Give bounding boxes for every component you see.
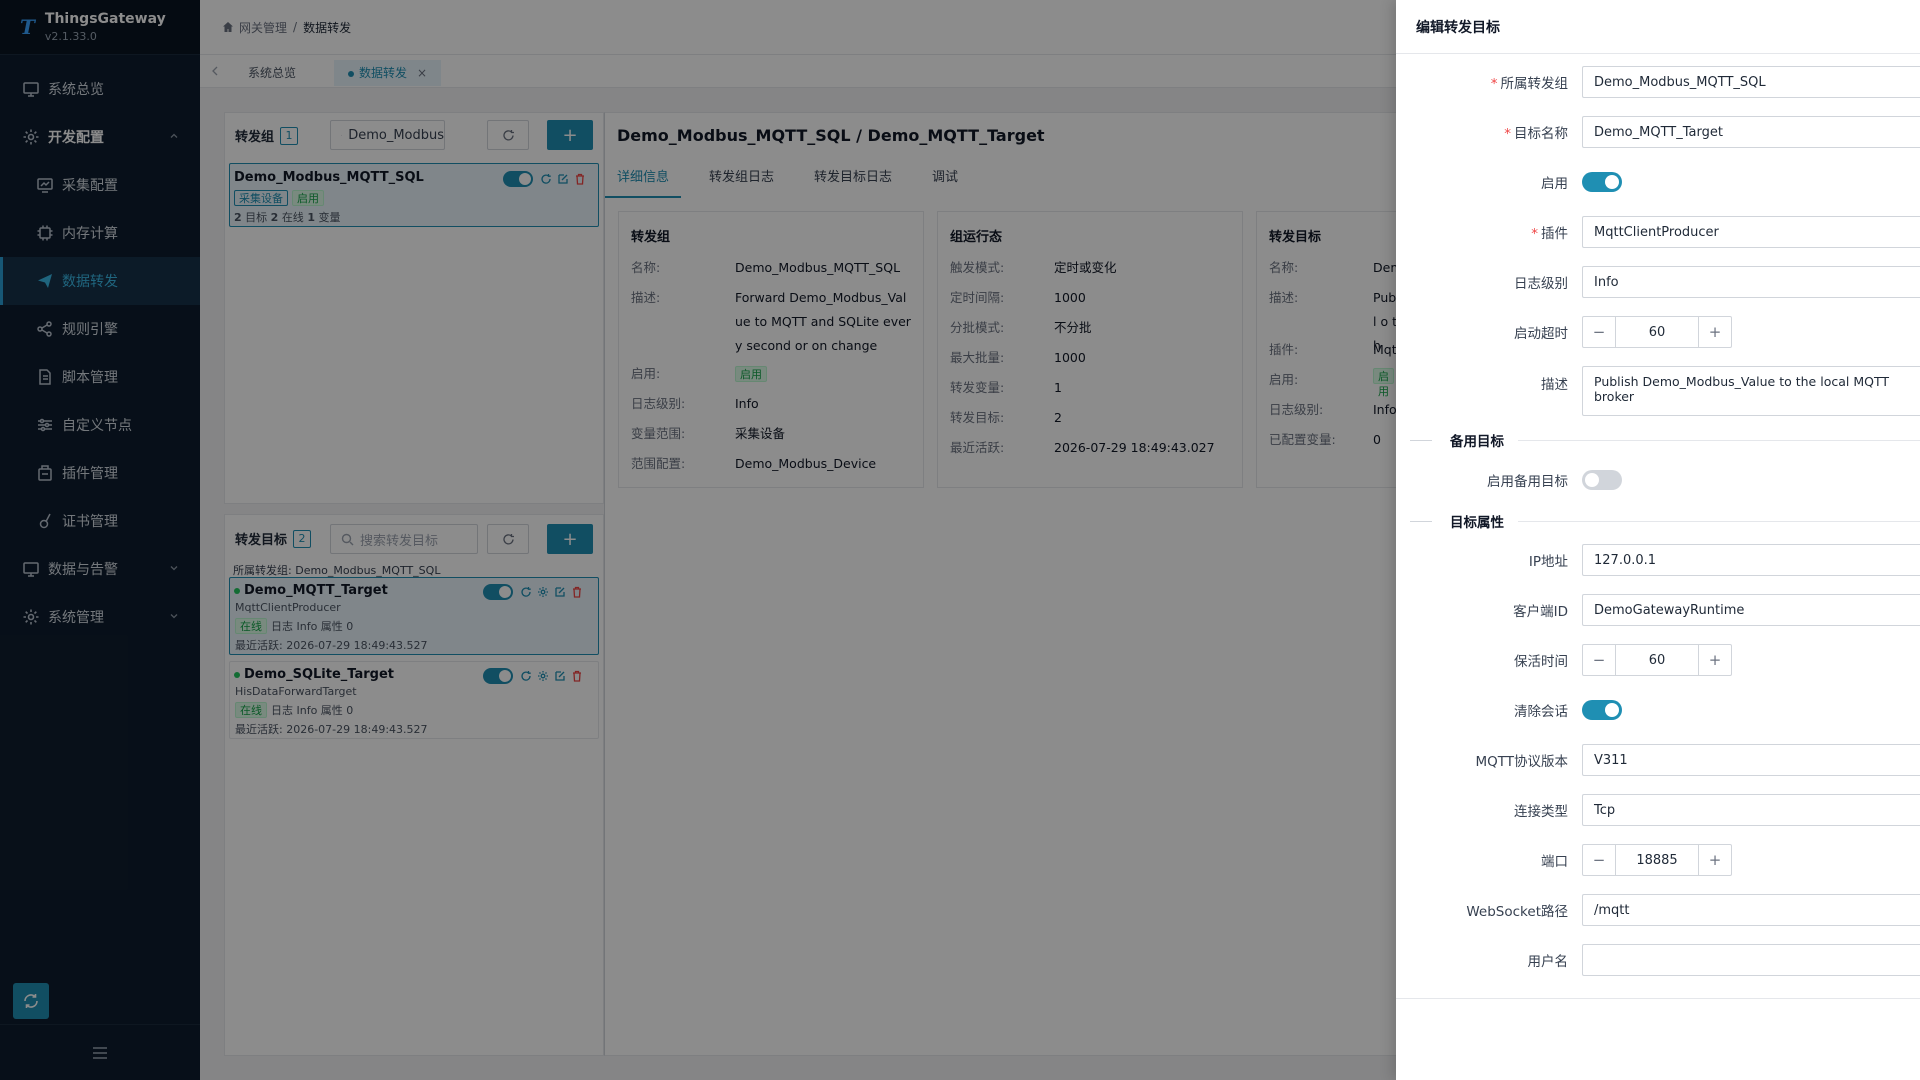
field-label: 保活时间 (1514, 654, 1568, 670)
field-label: 启动超时 (1514, 326, 1568, 342)
field-label: 连接类型 (1514, 804, 1568, 820)
increment-button[interactable]: + (1699, 645, 1731, 675)
username-input[interactable] (1582, 944, 1920, 976)
log-level-select[interactable]: Info (1582, 266, 1920, 298)
field-label: 描述 (1541, 377, 1568, 393)
keepalive-input[interactable]: 60 (1615, 645, 1699, 675)
clean-session-switch[interactable] (1582, 700, 1622, 720)
form-row-desc: 描述 Publish Demo_Modbus_Value to the loca… (1396, 366, 1920, 416)
connection-type-select[interactable]: Tcp (1582, 794, 1920, 826)
increment-button[interactable]: + (1699, 845, 1731, 875)
form-row-keepalive: 保活时间 − 60 + (1396, 644, 1920, 676)
enable-switch[interactable] (1582, 172, 1622, 192)
backup-enable-switch[interactable] (1582, 470, 1622, 490)
start-timeout-stepper: − 60 + (1582, 316, 1732, 348)
section-title: 目标属性 (1450, 515, 1504, 531)
decrement-button[interactable]: − (1583, 845, 1615, 875)
start-timeout-input[interactable]: 60 (1615, 317, 1699, 347)
port-stepper: − 18885 + (1582, 844, 1732, 876)
form-row-name: * 目标名称 Demo_MQTT_Target (1396, 116, 1920, 148)
form-row-mqtt-version: MQTT协议版本 V311 (1396, 744, 1920, 776)
field-label: 启用 (1541, 176, 1568, 192)
edit-target-drawer: 编辑转发目标 * 所属转发组 Demo_Modbus_MQTT_SQL * 目标名称… (1396, 0, 1920, 1080)
section-title: 备用目标 (1450, 434, 1504, 450)
field-label: 端口 (1541, 854, 1568, 870)
websocket-path-input[interactable]: /mqtt (1582, 894, 1920, 926)
form-row-log-level: 日志级别 Info (1396, 266, 1920, 298)
form-row-backup-enable: 启用备用目标 (1396, 464, 1920, 496)
props-section-divider: 目标属性 (1410, 511, 1920, 531)
plugin-select[interactable]: MqttClientProducer (1582, 216, 1920, 248)
decrement-button[interactable]: − (1583, 317, 1615, 347)
field-label: WebSocket路径 (1466, 904, 1568, 920)
drawer-title: 编辑转发目标 (1396, 0, 1920, 54)
port-input[interactable]: 18885 (1615, 845, 1699, 875)
client-id-input[interactable]: DemoGatewayRuntime (1582, 594, 1920, 626)
form-row-ip: IP地址 127.0.0.1 (1396, 544, 1920, 576)
decrement-button[interactable]: − (1583, 645, 1615, 675)
field-label: 启用备用目标 (1487, 474, 1568, 490)
form-row-client-id: 客户端ID DemoGatewayRuntime (1396, 594, 1920, 626)
field-label: 客户端ID (1513, 604, 1568, 620)
field-label: 清除会话 (1514, 704, 1568, 720)
form-row-group: * 所属转发组 Demo_Modbus_MQTT_SQL (1396, 66, 1920, 98)
target-name-input[interactable]: Demo_MQTT_Target (1582, 116, 1920, 148)
field-label: 日志级别 (1514, 276, 1568, 292)
form-row-port: 端口 − 18885 + (1396, 844, 1920, 876)
ip-input[interactable]: 127.0.0.1 (1582, 544, 1920, 576)
increment-button[interactable]: + (1699, 317, 1731, 347)
form-row-start-timeout: 启动超时 − 60 + (1396, 316, 1920, 348)
field-label: 用户名 (1527, 954, 1569, 970)
mqtt-version-select[interactable]: V311 (1582, 744, 1920, 776)
keepalive-stepper: − 60 + (1582, 644, 1732, 676)
field-label: * 目标名称 (1504, 126, 1568, 142)
group-select[interactable]: Demo_Modbus_MQTT_SQL (1582, 66, 1920, 98)
field-label: MQTT协议版本 (1475, 754, 1568, 770)
form-row-clean-session: 清除会话 (1396, 694, 1920, 726)
form-row-enable: 启用 (1396, 166, 1920, 198)
field-label: IP地址 (1528, 554, 1568, 570)
field-label: * 所属转发组 (1490, 76, 1568, 92)
description-textarea[interactable]: Publish Demo_Modbus_Value to the local M… (1582, 366, 1920, 416)
form-row-ws-path: WebSocket路径 /mqtt (1396, 894, 1920, 926)
form-row-conn-type: 连接类型 Tcp (1396, 794, 1920, 826)
backup-section-divider: 备用目标 (1410, 430, 1920, 450)
field-label: * 插件 (1531, 226, 1568, 242)
drawer-body-divider (1396, 998, 1920, 999)
form-row-username: 用户名 (1396, 944, 1920, 976)
form-row-plugin: * 插件 MqttClientProducer (1396, 216, 1920, 248)
